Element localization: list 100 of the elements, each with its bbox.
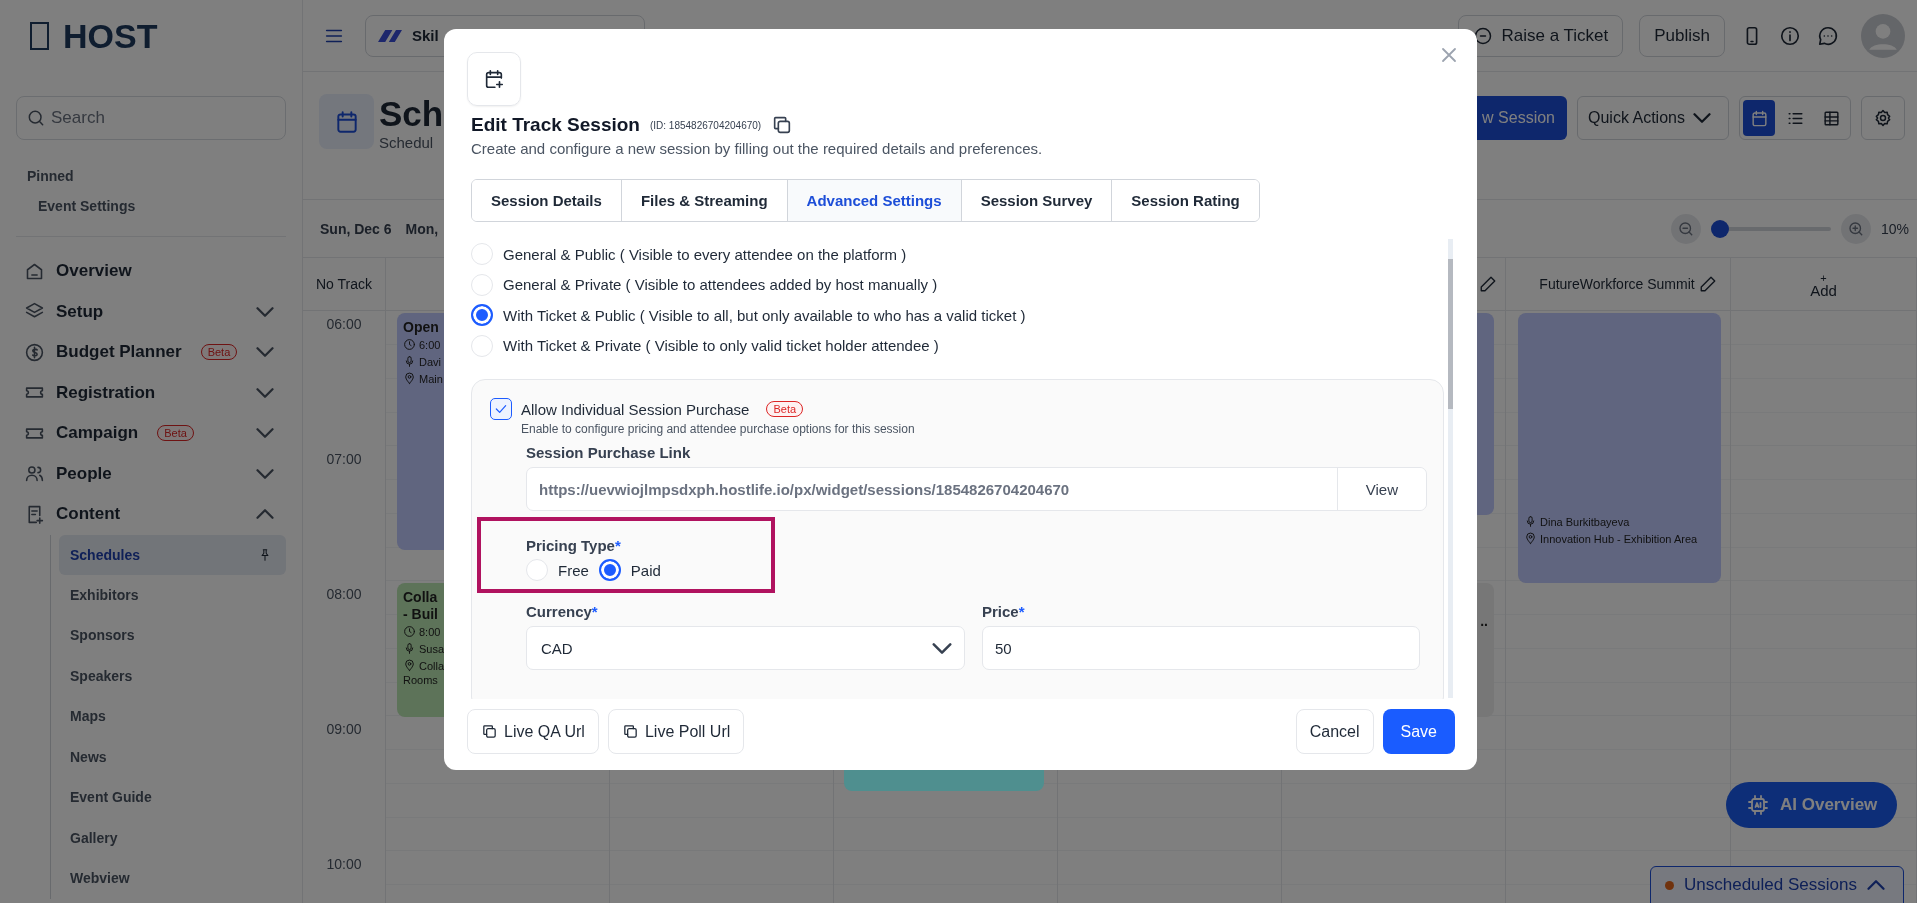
sub-nav-item[interactable]: Event Guide: [59, 777, 286, 818]
nav-item[interactable]: Registration: [16, 372, 286, 413]
option-label: General & Private ( Visible to attendees added by host manually ): [503, 276, 938, 294]
table-icon: [1821, 108, 1841, 128]
sub-nav-item[interactable]: News: [59, 736, 286, 777]
event-name: Skil: [412, 27, 439, 44]
publish-button[interactable]: Publish: [1639, 14, 1725, 57]
day-tab[interactable]: Sun, Dec 6: [313, 220, 399, 237]
track-name: FutureWorkforce Summit: [1538, 276, 1695, 292]
session-title: Open: [403, 319, 439, 336]
microphone-icon: [403, 355, 416, 368]
nav-item[interactable]: People: [16, 453, 286, 494]
logo-icon: [30, 22, 49, 50]
pinned-link[interactable]: Event Settings: [38, 198, 286, 214]
edit-icon[interactable]: [1698, 275, 1717, 293]
currency-select[interactable]: CAD: [526, 626, 965, 670]
field-label: Price*: [982, 603, 1026, 620]
checkbox[interactable]: [490, 398, 512, 420]
nav-item[interactable]: Overview: [16, 251, 286, 292]
live-poll-url-button[interactable]: Live Poll Url: [607, 709, 745, 754]
copy-icon: [481, 723, 498, 740]
location-pin-icon: [1524, 532, 1537, 545]
sub-nav-item[interactable]: Speakers: [59, 655, 286, 696]
zoom-out-icon[interactable]: [1670, 213, 1701, 244]
session-title: ..: [1480, 613, 1488, 630]
session-title: - Buil: [403, 606, 438, 623]
beta-badge: Beta: [200, 344, 238, 361]
session-card[interactable]: Dina Burkitbayeva Innovation Hub - Exhibition Area: [1518, 313, 1721, 583]
tab[interactable]: Advanced Settings: [787, 180, 962, 221]
ticket-icon: [1473, 25, 1494, 46]
edit-icon[interactable]: [1479, 275, 1497, 293]
field-label: Session Purchase Link: [526, 444, 692, 461]
nav-item[interactable]: Setup: [16, 291, 286, 332]
status-dot: [1665, 880, 1674, 890]
live-qa-url-button[interactable]: Live QA Url: [467, 709, 599, 754]
radio-button[interactable]: [471, 304, 493, 327]
chevron-icon: [932, 642, 952, 654]
session-detail: Rooms: [403, 674, 438, 688]
field-label: Currency*: [526, 603, 599, 620]
info-icon[interactable]: [1779, 24, 1801, 47]
option-label: With Ticket & Private ( Visible to only valid ticket holder attendee ): [503, 337, 939, 355]
view-button[interactable]: View: [1336, 468, 1426, 510]
location-pin-icon: [403, 659, 416, 672]
view-button[interactable]: [1743, 100, 1775, 136]
tab[interactable]: Session Details: [472, 180, 622, 221]
zoom-slider[interactable]: [1710, 219, 1831, 238]
time-label: 08:00: [326, 586, 362, 603]
section-heading: Pinned: [27, 168, 75, 184]
chip-icon: [1746, 793, 1770, 817]
sub-nav-item[interactable]: Maps: [59, 696, 286, 737]
session-detail: Colla: [419, 659, 445, 672]
clock-icon: [403, 338, 416, 351]
session-detail: Susa: [419, 642, 445, 655]
microphone-icon: [403, 642, 416, 655]
settings-button[interactable]: [1861, 96, 1905, 140]
sub-nav-item[interactable]: Schedules: [59, 534, 286, 575]
session-detail: Dina Burkitbayeva: [1540, 515, 1630, 528]
add-track-button[interactable]: + Add: [1804, 272, 1843, 300]
nav-label: Setup: [56, 301, 104, 322]
raise-ticket-button[interactable]: Raise a Ticket: [1458, 14, 1624, 57]
session-detail: Davi: [419, 355, 441, 368]
time-label: 06:00: [326, 316, 362, 333]
nav-label: Campaign: [56, 423, 139, 444]
link-field[interactable]: https://uevwiojlmpsdxph.hostlife.io/px/widget/sessions/1854826704204670 View: [526, 467, 1427, 511]
logo-text: HOST: [63, 16, 158, 56]
nav-item[interactable]: Budget Planner Beta: [16, 332, 286, 373]
location-pin-icon: [403, 372, 416, 385]
microphone-icon: [1524, 515, 1537, 528]
slider-thumb[interactable]: [1710, 219, 1729, 238]
chat-icon[interactable]: [1817, 24, 1839, 47]
unscheduled-sessions-button[interactable]: Unscheduled Sessions: [1650, 866, 1904, 903]
nav-item[interactable]: Content: [16, 494, 286, 535]
nav-item[interactable]: Campaign Beta: [16, 413, 286, 454]
ai-overview-button[interactable]: AI Overview: [1726, 782, 1898, 828]
time-label: 10:00: [326, 856, 362, 873]
page-title: Sch: [379, 94, 444, 134]
save-button[interactable]: Save: [1382, 709, 1455, 754]
session-detail: Innovation Hub - Exhibition Area: [1540, 532, 1698, 545]
calendar-add-icon: [483, 68, 505, 90]
day-tab[interactable]: Mon,: [398, 220, 446, 237]
search-field[interactable]: Search: [16, 96, 286, 140]
quick-actions-button[interactable]: Quick Actions: [1577, 96, 1729, 140]
cancel-button[interactable]: Cancel: [1295, 709, 1374, 754]
beta-badge: Beta: [157, 425, 194, 442]
radio-button[interactable]: [598, 559, 621, 581]
zoom-in-icon[interactable]: [1840, 213, 1871, 244]
clock-icon: [403, 625, 416, 638]
sub-nav-item[interactable]: Exhibitors: [59, 574, 286, 615]
page-subtitle: Schedul: [379, 134, 435, 151]
option-label: Free: [558, 561, 589, 579]
scrollbar[interactable]: [1448, 239, 1453, 698]
sub-nav-item[interactable]: Webview: [59, 858, 286, 899]
sub-nav-item[interactable]: Sponsors: [59, 615, 286, 656]
session-detail: 6:00: [419, 338, 441, 351]
price-field[interactable]: 50: [982, 626, 1420, 670]
chevron-icon: [1692, 113, 1711, 123]
session-id: (ID: 1854826704204670): [649, 119, 762, 131]
sub-nav-item[interactable]: Gallery: [59, 817, 286, 858]
logo-icon: [378, 29, 402, 42]
dialog-title: Edit Track Session: [471, 114, 640, 136]
